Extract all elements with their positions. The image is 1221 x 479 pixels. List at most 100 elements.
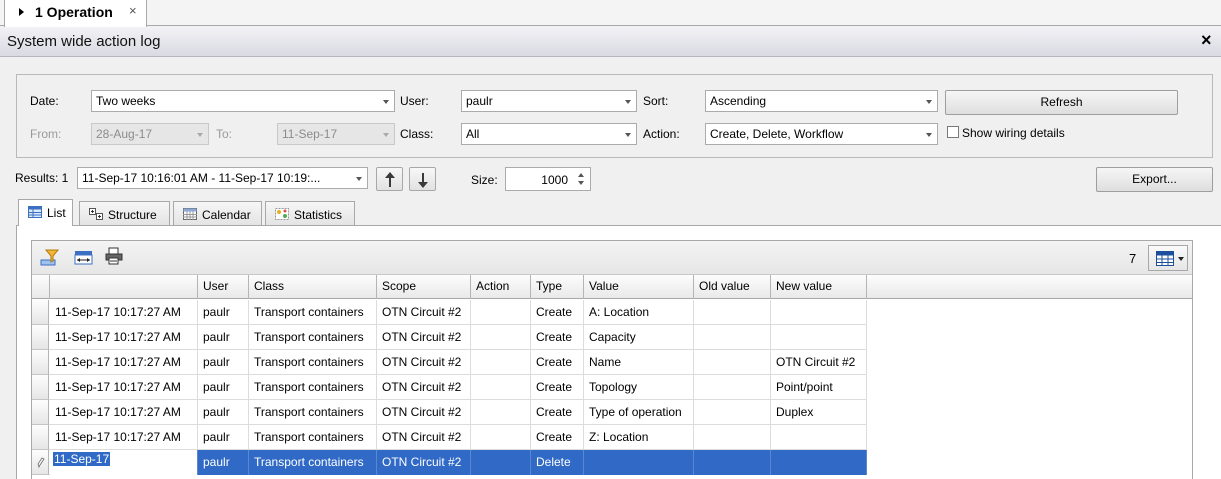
cell-time[interactable]: 11-Sep-17 10:17:27 AM xyxy=(50,400,198,425)
cell-user[interactable]: paulr xyxy=(198,375,249,400)
export-button[interactable]: Export... xyxy=(1096,167,1213,192)
row-selector[interactable] xyxy=(32,325,49,350)
cell-value[interactable]: Topology xyxy=(584,375,694,400)
previous-result-button[interactable] xyxy=(376,167,403,191)
row-selector[interactable] xyxy=(32,300,49,325)
cell-class[interactable]: Transport containers xyxy=(249,350,377,375)
header-time[interactable] xyxy=(50,275,198,299)
table-row[interactable]: 11-Sep-17 10:17:27 AM paulr Transport co… xyxy=(32,350,867,375)
cell-value[interactable] xyxy=(584,450,694,475)
tab-structure[interactable]: Structure xyxy=(79,201,170,225)
cell-action[interactable] xyxy=(471,325,531,350)
header-scope[interactable]: Scope xyxy=(377,275,471,299)
cell-class[interactable]: Transport containers xyxy=(249,425,377,450)
cell-scope[interactable]: OTN Circuit #2 xyxy=(377,375,471,400)
cell-new-value[interactable]: Point/point xyxy=(771,375,867,400)
cell-value[interactable]: Capacity xyxy=(584,325,694,350)
cell-type[interactable]: Create xyxy=(531,350,584,375)
cell-time[interactable]: 11-Sep-17 10:17:27 AM xyxy=(50,325,198,350)
from-date-picker[interactable]: 28-Aug-17 xyxy=(91,123,209,145)
header-value[interactable]: Value xyxy=(584,275,694,299)
cell-user[interactable]: paulr xyxy=(198,350,249,375)
header-type[interactable]: Type xyxy=(531,275,584,299)
close-tab-icon[interactable]: × xyxy=(129,3,137,18)
cell-new-value[interactable] xyxy=(771,325,867,350)
cell-old-value[interactable] xyxy=(694,300,771,325)
cell-type[interactable]: Create xyxy=(531,375,584,400)
header-class[interactable]: Class xyxy=(249,275,377,299)
cell-user[interactable]: paulr xyxy=(198,325,249,350)
cell-class[interactable]: Transport containers xyxy=(249,375,377,400)
cell-user[interactable]: paulr xyxy=(198,400,249,425)
results-range-select[interactable]: 11-Sep-17 10:16:01 AM - 11-Sep-17 10:19:… xyxy=(77,167,368,189)
cell-value[interactable]: A: Location xyxy=(584,300,694,325)
column-width-icon[interactable] xyxy=(74,249,94,267)
header-action[interactable]: Action xyxy=(471,275,531,299)
cell-old-value[interactable] xyxy=(694,375,771,400)
cell-new-value[interactable] xyxy=(771,300,867,325)
tab-statistics[interactable]: Statistics xyxy=(265,201,355,225)
cell-user[interactable]: paulr xyxy=(198,300,249,325)
table-row[interactable]: 11-Sep-17 10:17:27 AM paulr Transport co… xyxy=(32,375,867,400)
sort-select[interactable]: Ascending xyxy=(705,90,938,112)
cell-time[interactable]: 11-Sep-17 10:17:27 AM xyxy=(50,375,198,400)
action-select[interactable]: Create, Delete, Workflow xyxy=(705,123,938,145)
date-select[interactable]: Two weeks xyxy=(91,90,395,112)
cell-action[interactable] xyxy=(471,425,531,450)
cell-scope[interactable]: OTN Circuit #2 xyxy=(377,400,471,425)
spin-down-icon[interactable] xyxy=(578,181,584,185)
cell-type[interactable]: Delete xyxy=(531,450,584,475)
cell-action[interactable] xyxy=(471,450,531,475)
show-wiring-checkbox[interactable] xyxy=(947,126,959,138)
row-selector[interactable] xyxy=(32,450,49,475)
spin-up-icon[interactable] xyxy=(578,173,584,177)
cell-class[interactable]: Transport containers xyxy=(249,400,377,425)
cell-value[interactable]: Name xyxy=(584,350,694,375)
row-selector[interactable] xyxy=(32,350,49,375)
row-selector[interactable] xyxy=(32,425,49,450)
table-row[interactable]: 11-Sep-17 10:17:27 AM paulr Transport co… xyxy=(32,325,867,350)
cell-user[interactable]: paulr xyxy=(198,425,249,450)
cell-scope[interactable]: OTN Circuit #2 xyxy=(377,350,471,375)
cell-class[interactable]: Transport containers xyxy=(249,325,377,350)
cell-action[interactable] xyxy=(471,400,531,425)
table-row[interactable]: 11-Sep-17 10:17:27 AM paulr Transport co… xyxy=(32,300,867,325)
cell-scope[interactable]: OTN Circuit #2 xyxy=(377,450,471,475)
cell-scope[interactable]: OTN Circuit #2 xyxy=(377,425,471,450)
cell-new-value[interactable] xyxy=(771,450,867,475)
table-row[interactable]: 11-Sep-17 10:17:27 AM paulr Transport co… xyxy=(32,400,867,425)
cell-old-value[interactable] xyxy=(694,450,771,475)
next-result-button[interactable] xyxy=(409,167,436,191)
cell-old-value[interactable] xyxy=(694,400,771,425)
user-select[interactable]: paulr xyxy=(461,90,637,112)
document-tab-operation[interactable]: 1 Operation × xyxy=(4,0,147,27)
cell-old-value[interactable] xyxy=(694,325,771,350)
size-spinner[interactable]: 1000 xyxy=(505,167,591,191)
table-row[interactable]: 11-Sep-17 10:17:27 AM paulr Transport co… xyxy=(32,425,867,450)
cell-time-editor[interactable]: 11-Sep-17 xyxy=(50,450,198,475)
tab-calendar[interactable]: Calendar xyxy=(173,201,262,225)
cell-scope[interactable]: OTN Circuit #2 xyxy=(377,300,471,325)
tab-list[interactable]: List xyxy=(18,199,73,226)
header-user[interactable]: User xyxy=(198,275,249,299)
table-row-selected[interactable]: 11-Sep-17 paulr Transport containers OTN… xyxy=(32,450,867,475)
cell-type[interactable]: Create xyxy=(531,325,584,350)
to-date-picker[interactable]: 11-Sep-17 xyxy=(277,123,395,145)
cell-action[interactable] xyxy=(471,350,531,375)
cell-new-value[interactable]: Duplex xyxy=(771,400,867,425)
cell-time[interactable]: 11-Sep-17 10:17:27 AM xyxy=(50,300,198,325)
refresh-button[interactable]: Refresh xyxy=(945,90,1178,115)
cell-time[interactable]: 11-Sep-17 10:17:27 AM xyxy=(50,350,198,375)
cell-action[interactable] xyxy=(471,300,531,325)
row-selector[interactable] xyxy=(32,375,49,400)
cell-type[interactable]: Create xyxy=(531,400,584,425)
close-window-icon[interactable]: × xyxy=(1201,30,1212,51)
header-old-value[interactable]: Old value xyxy=(694,275,771,299)
cell-class[interactable]: Transport containers xyxy=(249,300,377,325)
header-new-value[interactable]: New value xyxy=(771,275,867,299)
tab-arrow-icon[interactable] xyxy=(19,8,24,16)
cell-class[interactable]: Transport containers xyxy=(249,450,377,475)
cell-new-value[interactable] xyxy=(771,425,867,450)
cell-type[interactable]: Create xyxy=(531,425,584,450)
cell-user[interactable]: paulr xyxy=(198,450,249,475)
